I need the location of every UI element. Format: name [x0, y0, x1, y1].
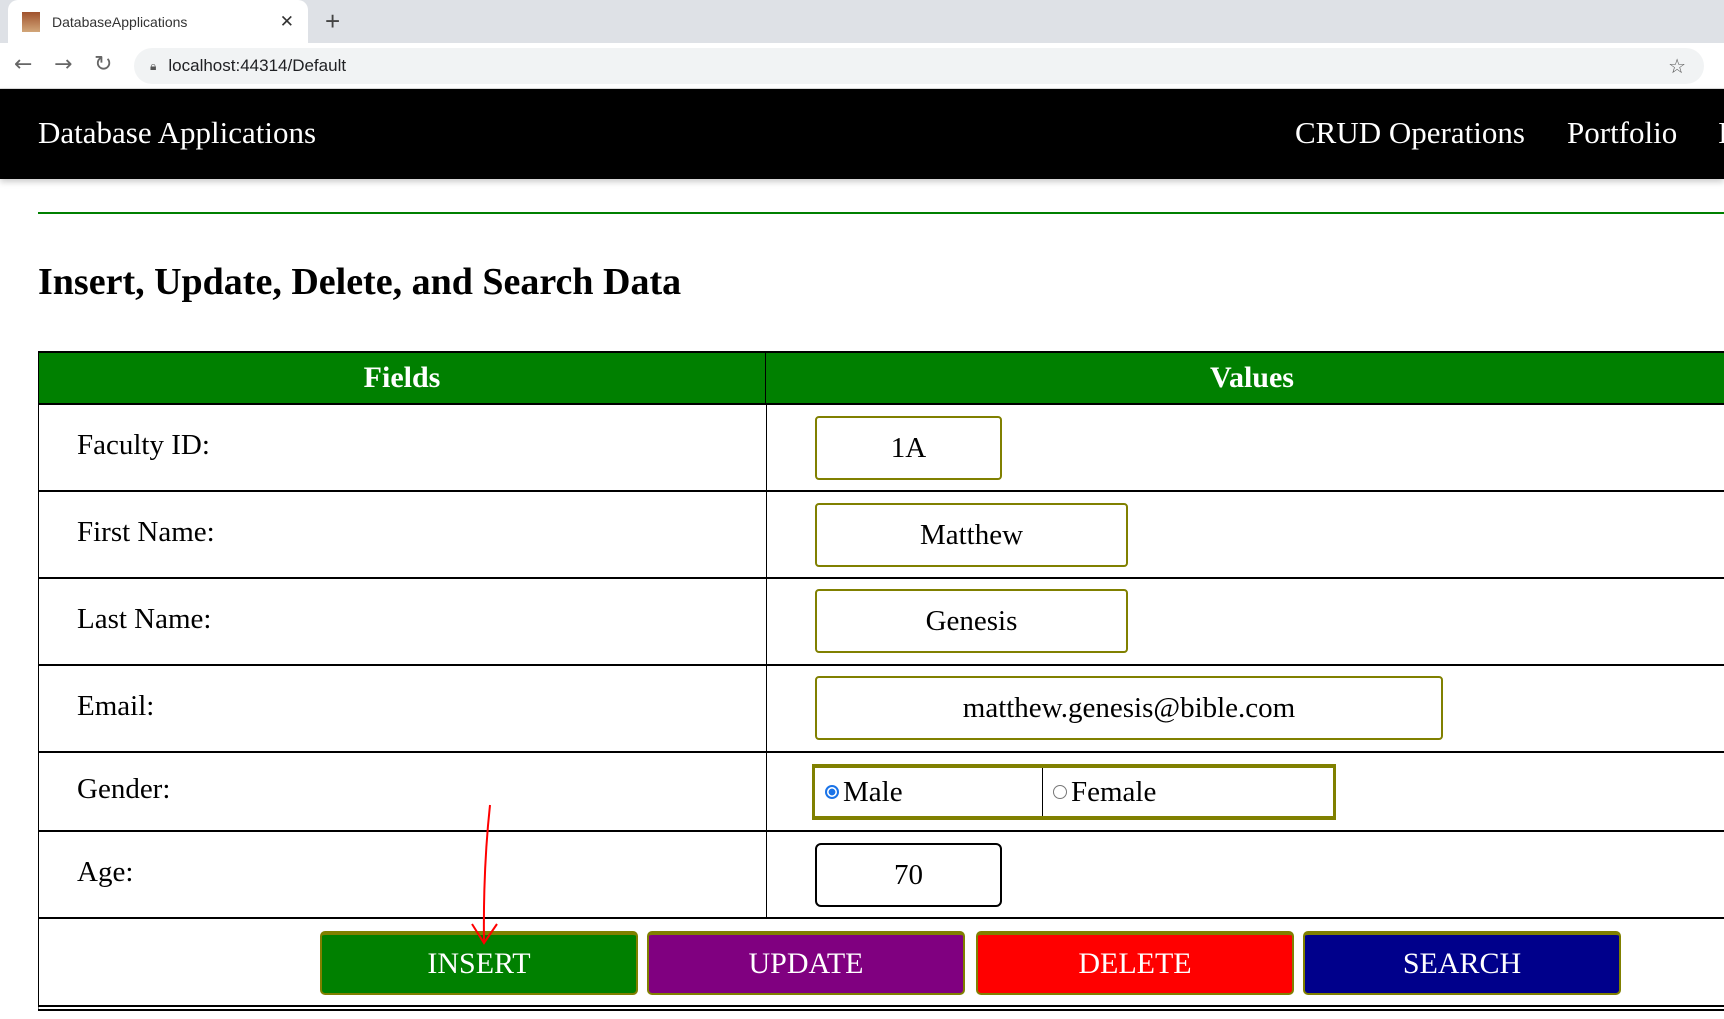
- back-icon[interactable]: ←: [14, 52, 32, 77]
- last-name-label: Last Name:: [77, 603, 212, 635]
- insert-button[interactable]: INSERT: [320, 931, 638, 995]
- nav-item-cut-off[interactable]: I: [1718, 115, 1724, 151]
- email-label: Email:: [77, 690, 155, 722]
- update-button[interactable]: UPDATE: [647, 931, 965, 995]
- radio-checked-icon[interactable]: [825, 785, 839, 799]
- close-tab-icon[interactable]: ✕: [280, 12, 294, 32]
- header-values: Values: [765, 351, 1724, 405]
- tab-title: DatabaseApplications: [52, 13, 188, 30]
- last-name-input[interactable]: [815, 589, 1128, 653]
- email-input[interactable]: [815, 676, 1443, 740]
- address-bar[interactable]: 🔒︎ localhost:44314/Default ☆: [134, 48, 1704, 84]
- age-input[interactable]: [815, 843, 1002, 907]
- first-name-input[interactable]: [815, 503, 1128, 567]
- new-tab-icon[interactable]: +: [325, 6, 340, 37]
- page-title: Insert, Update, Delete, and Search Data: [38, 261, 682, 303]
- url-text: localhost:44314/Default: [168, 56, 347, 75]
- divider: [38, 212, 1724, 214]
- header-fields: Fields: [38, 351, 765, 405]
- row-faculty-id: Faculty ID:: [38, 405, 1724, 492]
- faculty-id-label: Faculty ID:: [77, 429, 210, 461]
- forward-icon[interactable]: →: [54, 52, 72, 77]
- row-last-name: Last Name:: [38, 579, 1724, 666]
- bookmark-star-icon[interactable]: ☆: [1668, 54, 1686, 79]
- search-button[interactable]: SEARCH: [1303, 931, 1621, 995]
- gender-label: Gender:: [77, 773, 171, 805]
- first-name-label: First Name:: [77, 516, 215, 548]
- gender-option-male[interactable]: Male: [815, 768, 1043, 816]
- navbar: Database Applications CRUD Operations Po…: [0, 89, 1724, 179]
- row-buttons: INSERT UPDATE DELETE SEARCH: [38, 919, 1724, 1011]
- gender-radio-group: Male Female: [812, 764, 1336, 820]
- female-label[interactable]: Female: [1071, 776, 1156, 809]
- age-label: Age:: [77, 856, 134, 888]
- nav-crud-operations[interactable]: CRUD Operations: [1295, 115, 1525, 151]
- browser-tab[interactable]: DatabaseApplications ✕: [8, 0, 308, 43]
- delete-button[interactable]: DELETE: [976, 931, 1294, 995]
- gender-option-female[interactable]: Female: [1043, 768, 1156, 816]
- reload-icon[interactable]: ↻: [94, 52, 112, 77]
- faculty-id-input[interactable]: [815, 416, 1002, 480]
- row-first-name: First Name:: [38, 492, 1724, 579]
- male-label[interactable]: Male: [843, 776, 903, 809]
- lock-icon: 🔒︎: [150, 58, 157, 73]
- nav-portfolio[interactable]: Portfolio: [1567, 115, 1677, 151]
- row-age: Age:: [38, 832, 1724, 919]
- row-email: Email:: [38, 666, 1724, 753]
- favicon-icon: [22, 11, 40, 32]
- row-gender: Gender: Male Female: [38, 753, 1724, 832]
- radio-unchecked-icon[interactable]: [1053, 785, 1067, 799]
- brand-link[interactable]: Database Applications: [38, 115, 316, 151]
